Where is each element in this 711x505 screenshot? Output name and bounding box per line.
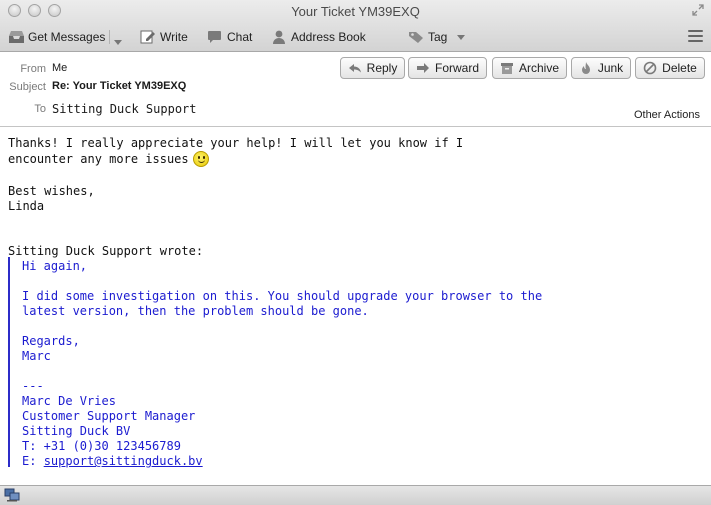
menu-line xyxy=(688,30,703,32)
signature-phone: T: +31 (0)30 123456789 xyxy=(22,439,181,453)
window-chrome: Your Ticket YM39EXQ Get Messages Write C xyxy=(0,0,711,52)
junk-label: Junk xyxy=(597,61,624,75)
to-label: To xyxy=(34,103,46,115)
get-messages-button[interactable]: Get Messages xyxy=(8,28,105,46)
junk-button[interactable]: Junk xyxy=(571,57,631,79)
forward-button[interactable]: Forward xyxy=(408,57,487,79)
body-line-text: encounter any more issues xyxy=(8,152,189,166)
menu-line xyxy=(688,35,703,37)
address-book-button[interactable]: Address Book xyxy=(271,28,366,46)
app-menu-button[interactable] xyxy=(688,30,703,43)
archive-box-icon xyxy=(500,61,514,75)
chat-bubble-icon xyxy=(207,30,223,44)
tag-button[interactable]: Tag xyxy=(408,28,466,46)
signature-title: Customer Support Manager xyxy=(22,409,196,423)
window-title: Your Ticket YM39EXQ xyxy=(291,4,420,19)
get-messages-label: Get Messages xyxy=(28,30,106,44)
sender-name: Linda xyxy=(8,199,45,213)
smiley-mouth xyxy=(197,159,205,163)
network-status-icon[interactable] xyxy=(4,488,20,502)
reply-label: Reply xyxy=(366,61,398,75)
get-messages-dropdown[interactable] xyxy=(114,33,122,51)
status-bar xyxy=(0,485,711,505)
archive-button[interactable]: Archive xyxy=(492,57,567,79)
quote-paragraph: I did some investigation on this. You sh… xyxy=(22,289,543,303)
chevron-down-icon xyxy=(457,34,466,40)
archive-label: Archive xyxy=(518,61,559,75)
forward-arrow-icon xyxy=(416,61,430,75)
fullscreen-icon[interactable] xyxy=(691,4,705,18)
message-body: Thanks! I really appreciate your help! I… xyxy=(0,128,711,485)
title-bar: Your Ticket YM39EXQ xyxy=(0,0,711,22)
delete-circle-icon xyxy=(643,61,657,75)
chat-button[interactable]: Chat xyxy=(207,28,252,46)
other-actions-menu[interactable]: Other Actions xyxy=(634,109,700,121)
forward-label: Forward xyxy=(434,61,479,75)
message-header: From Me Subject Re: Your Ticket YM39EXQ … xyxy=(0,53,711,127)
from-value[interactable]: Me xyxy=(52,62,67,74)
person-icon xyxy=(271,30,287,44)
chat-label: Chat xyxy=(227,30,253,44)
signature-name: Marc De Vries xyxy=(22,394,116,408)
main-toolbar: Get Messages Write Chat Address Book Tag xyxy=(0,24,711,50)
tag-icon xyxy=(408,30,424,44)
subject-label: Subject xyxy=(9,81,46,93)
compose-pencil-icon xyxy=(140,30,156,44)
quote-name: Marc xyxy=(22,349,51,363)
subject-value: Re: Your Ticket YM39EXQ xyxy=(52,80,187,92)
body-line: Thanks! I really appreciate your help! I… xyxy=(8,136,464,150)
body-line: encounter any more issues xyxy=(8,151,209,167)
quote-paragraph: latest version, then the problem should … xyxy=(22,304,369,318)
delete-button[interactable]: Delete xyxy=(635,57,705,79)
reply-arrow-icon xyxy=(348,61,362,75)
quote-bar xyxy=(8,257,10,467)
junk-flame-icon xyxy=(579,61,593,75)
signature-company: Sitting Duck BV xyxy=(22,424,131,438)
signature-separator: --- xyxy=(22,379,44,393)
signature-email-link[interactable]: support@sittingduck.bv xyxy=(44,454,203,468)
write-button[interactable]: Write xyxy=(140,28,188,46)
address-book-label: Address Book xyxy=(291,30,366,44)
chevron-down-icon xyxy=(114,39,122,45)
inbox-tray-icon xyxy=(8,30,24,44)
write-label: Write xyxy=(160,30,188,44)
delete-label: Delete xyxy=(662,61,697,75)
signature-email-prefix: E: xyxy=(22,454,44,468)
quote-greeting: Hi again, xyxy=(22,259,88,273)
quote-regards: Regards, xyxy=(22,334,80,348)
from-label: From xyxy=(20,63,46,75)
quote-attribution: Sitting Duck Support wrote: xyxy=(8,244,204,258)
toolbar-divider xyxy=(109,30,110,44)
tag-label: Tag xyxy=(428,30,448,44)
smiley-face-icon xyxy=(192,151,209,167)
to-value[interactable]: Sitting Duck Support xyxy=(52,102,197,116)
signature-email-line: E: support@sittingduck.bv xyxy=(22,454,203,469)
reply-button[interactable]: Reply xyxy=(340,57,405,79)
menu-line xyxy=(688,40,703,42)
closing-line: Best wishes, xyxy=(8,184,95,198)
